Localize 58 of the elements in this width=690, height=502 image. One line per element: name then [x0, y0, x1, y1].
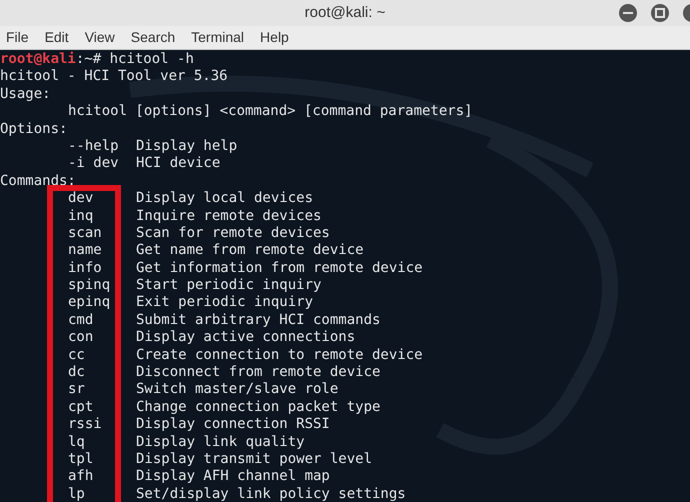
- command-name: lq: [68, 434, 86, 451]
- usage-line: hcitool [options] <command> [command parameters]: [68, 103, 473, 120]
- command-name: cc: [68, 346, 86, 364]
- command-description: Set/display link policy settings: [136, 486, 406, 502]
- output-line: hcitool - HCI Tool ver 5.36: [0, 68, 228, 84]
- menu-item[interactable]: View: [84, 27, 115, 48]
- close-icon[interactable]: [682, 3, 690, 23]
- maximize-icon[interactable]: [650, 3, 670, 23]
- command-name: spinq: [68, 277, 112, 294]
- command-name: inq: [68, 208, 94, 225]
- option-description: HCI device: [136, 155, 220, 173]
- command-name: tpl: [68, 450, 94, 468]
- command-name: cmd: [68, 312, 94, 330]
- command-description: Display active connections: [136, 329, 356, 347]
- command-description: Exit periodic inquiry: [136, 294, 314, 312]
- option-name: --help: [68, 138, 120, 156]
- command-description: Display local devices: [136, 190, 314, 208]
- menu-item[interactable]: Help: [260, 27, 289, 48]
- command-description: Display transmit power level: [136, 450, 372, 468]
- command-name: afh: [68, 468, 94, 486]
- command-description: Disconnect from remote device: [136, 364, 380, 382]
- prompt-symbol: :~#: [76, 51, 102, 67]
- command-name: rssi: [68, 416, 103, 434]
- command-description: Display AFH channel map: [136, 468, 330, 486]
- command-name: dc: [68, 364, 86, 382]
- command-description: Inquire remote devices: [136, 208, 322, 225]
- command-name: epinq: [68, 294, 112, 312]
- menu-item[interactable]: Search: [130, 27, 176, 48]
- command-description: Get information from remote device: [136, 260, 423, 278]
- command-description: Start periodic inquiry: [136, 277, 322, 294]
- options-heading: Options:: [0, 120, 68, 137]
- command-name: info: [68, 260, 103, 278]
- command-description: Submit arbitrary HCI commands: [136, 312, 380, 330]
- menu-item[interactable]: Edit: [44, 27, 69, 48]
- menu-item[interactable]: Terminal: [191, 27, 244, 48]
- output-line: Usage:: [0, 86, 51, 102]
- command-description: Create connection to remote device: [136, 346, 423, 364]
- window-title: root@kali: ~: [304, 2, 386, 23]
- command-name: lp: [68, 486, 86, 502]
- command-name: sr: [68, 381, 86, 399]
- command-name: con: [68, 329, 94, 347]
- option-name: -i dev: [68, 155, 120, 173]
- command-description: Display link quality: [136, 434, 305, 451]
- command-name: name: [68, 242, 103, 260]
- command-name: cpt: [68, 398, 94, 416]
- command-description: Switch master/slave role: [136, 381, 338, 399]
- menu-item[interactable]: File: [6, 27, 29, 48]
- command-description: Scan for remote devices: [136, 224, 330, 242]
- command-description: Change connection packet type: [136, 398, 380, 416]
- commands-heading: Commands:: [0, 172, 76, 189]
- prompt-user-host: root@kali: [0, 51, 76, 67]
- option-description: Display help: [136, 138, 238, 156]
- command-name: scan: [68, 224, 103, 242]
- minimize-icon[interactable]: [618, 3, 638, 23]
- command-name: dev: [68, 190, 94, 208]
- command-description: Get name from remote device: [136, 242, 364, 260]
- command-description: Display connection RSSI: [136, 416, 330, 434]
- command-text: hcitool -h: [110, 51, 194, 67]
